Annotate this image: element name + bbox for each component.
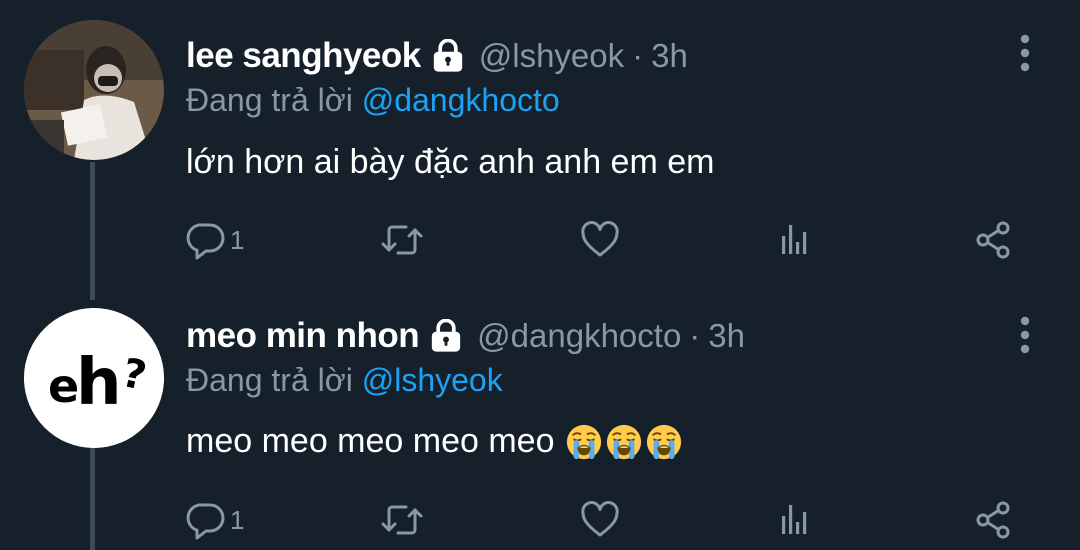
analytics-button[interactable] [776,500,816,540]
crying-face-icon [565,423,603,461]
tweet-text: lớn hơn ai bày đặc anh anh em em [186,143,714,182]
like-button[interactable] [580,220,620,260]
like-icon [580,220,620,260]
tweet-header: lee sanghyeok @lshyeok · 3h [186,34,688,78]
retweet-button[interactable] [380,220,424,260]
share-icon [974,500,1014,540]
timestamp[interactable]: 3h [651,37,688,75]
tweet-text: meo meo meo meo meo [186,422,683,461]
tweet-item[interactable]: e h ? meo min nhon @dangkhocto · 3h Đang… [0,300,1080,550]
replying-to: Đang trả lời @dangkhocto [186,82,560,119]
handle[interactable]: @lshyeok [479,37,624,75]
svg-text:e: e [48,359,79,413]
analytics-icon [776,220,816,260]
tweet-text-content: meo meo meo meo meo [186,422,555,460]
reply-count: 1 [230,224,245,255]
timestamp[interactable]: 3h [708,317,745,355]
avatar[interactable] [24,20,164,160]
replying-to: Đang trả lời @lshyeok [186,362,503,399]
reply-button[interactable]: 1 [186,220,244,260]
like-icon [580,500,620,540]
replying-prefix: Đang trả lời [186,362,353,398]
lock-icon [429,319,463,353]
tweet-header: meo min nhon @dangkhocto · 3h [186,314,745,358]
avatar[interactable]: e h ? [24,308,164,448]
analytics-button[interactable] [776,220,816,260]
mention-link[interactable]: @lshyeok [362,362,503,398]
tweet-actions: 1 [0,216,1080,266]
tweet-item[interactable]: lee sanghyeok @lshyeok · 3h Đang trả lời… [0,0,1080,300]
replying-prefix: Đang trả lời [186,82,353,118]
mention-link[interactable]: @dangkhocto [362,82,560,118]
more-icon[interactable] [1010,315,1040,355]
analytics-icon [776,500,816,540]
share-button[interactable] [974,220,1014,260]
display-name[interactable]: lee sanghyeok [186,36,421,76]
avatar-photo-image [24,20,164,160]
crying-face-icon [645,423,683,461]
tweet-text-content: lớn hơn ai bày đặc anh anh em em [186,143,715,181]
reply-count: 1 [230,504,245,535]
lock-icon [431,39,465,73]
crying-face-icon [605,423,643,461]
share-button[interactable] [974,500,1014,540]
avatar-logo-image: e h ? [24,308,164,448]
separator: · [632,37,644,74]
handle[interactable]: @dangkhocto [477,317,681,355]
display-name[interactable]: meo min nhon [186,316,420,356]
reply-button[interactable]: 1 [186,500,244,540]
tweet-actions: 1 [0,496,1080,546]
separator: · [689,317,701,354]
reply-icon [186,220,226,260]
retweet-icon [380,220,424,260]
more-icon[interactable] [1010,33,1040,73]
share-icon [974,220,1014,260]
retweet-button[interactable] [380,500,424,540]
svg-text:h: h [76,346,122,420]
retweet-icon [380,500,424,540]
like-button[interactable] [580,500,620,540]
reply-icon [186,500,226,540]
